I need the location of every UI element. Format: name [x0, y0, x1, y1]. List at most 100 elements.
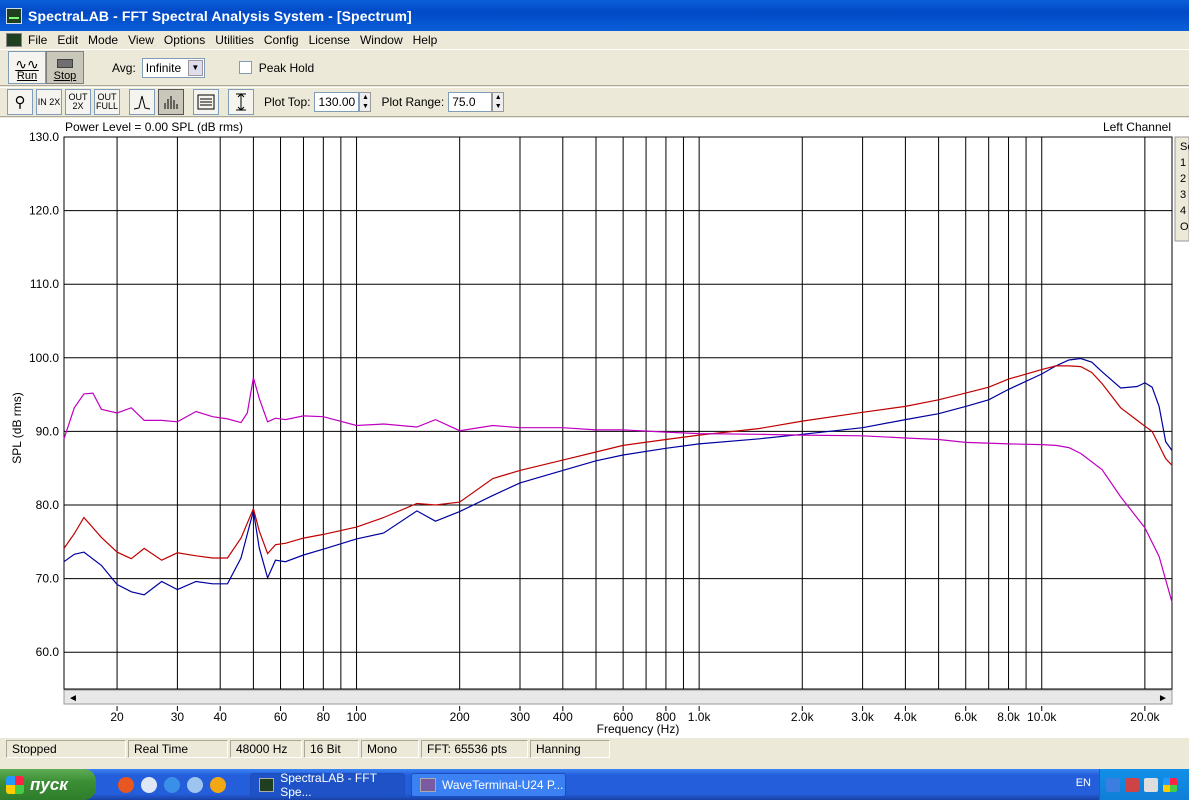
status-fft-size: FFT: 65536 pts: [421, 740, 528, 758]
firefox-icon[interactable]: [118, 776, 134, 793]
audio-device-icon[interactable]: [1125, 777, 1139, 792]
plot-toolbar: ⚲ IN 2X OUT 2X OUT FULL Plot Top: 130.00…: [0, 87, 1189, 117]
x-tick-label: 3.0k: [851, 710, 875, 724]
chevron-down-icon[interactable]: ▼: [187, 59, 203, 76]
stop-label: Stop: [53, 70, 77, 82]
zoom-tool-button[interactable]: ⚲: [7, 89, 33, 115]
window-title: SpectraLAB - FFT Spectral Analysis Syste…: [28, 7, 412, 24]
plot-top-input[interactable]: 130.00 ▲ ▼: [314, 92, 372, 112]
scroll-right-arrow-icon[interactable]: ►: [1158, 693, 1168, 704]
menu-window[interactable]: Window: [360, 33, 403, 47]
y-tick-label: 100.0: [29, 351, 59, 365]
menu-license[interactable]: License: [309, 33, 350, 47]
zoom-out-2x-button[interactable]: OUT 2X: [65, 89, 91, 115]
y-tick-label: 60.0: [36, 645, 60, 659]
y-tick-label: 80.0: [36, 498, 60, 512]
menu-config[interactable]: Config: [264, 33, 299, 47]
side-tab-3[interactable]: 3: [1180, 189, 1186, 201]
overlay-button[interactable]: [193, 89, 219, 115]
x-tick-label: 40: [214, 710, 228, 724]
avg-value: Infinite: [145, 60, 182, 75]
task-waveterminal[interactable]: WaveTerminal-U24 P...: [411, 772, 566, 797]
task-label: SpectraLAB - FFT Spe...: [280, 770, 377, 799]
x-tick-label: 6.0k: [954, 710, 978, 724]
side-tab-2[interactable]: 2: [1180, 173, 1186, 185]
plot-frame: [63, 136, 1173, 690]
avg-label: Avg:: [112, 60, 136, 75]
plot-range-spinner[interactable]: ▲ ▼: [492, 92, 505, 112]
y-tick-label: 110.0: [30, 277, 59, 291]
autoscale-button[interactable]: [228, 89, 254, 115]
spectrum-plot-area[interactable]: Power Level = 0.00 SPL (dB rms) Left Cha…: [0, 118, 1189, 738]
plot-top-value: 130.00: [318, 95, 356, 109]
list-view-icon: [197, 94, 215, 110]
plot-top-spinner[interactable]: ▲ ▼: [359, 92, 372, 112]
x-tick-label: 100: [347, 710, 367, 724]
menu-help[interactable]: Help: [413, 33, 438, 47]
plot-range-label: Plot Range:: [381, 95, 445, 109]
language-indicator[interactable]: EN: [1076, 777, 1091, 789]
internet-explorer-icon[interactable]: [164, 776, 180, 793]
run-label: Run: [16, 70, 38, 82]
avg-select[interactable]: Infinite ▼: [141, 57, 205, 78]
x-tick-label: 20: [110, 710, 124, 724]
scroll-left-arrow-icon[interactable]: ◄: [68, 693, 78, 704]
menu-bar: File Edit Mode View Options Utilities Co…: [0, 31, 1189, 49]
spectralab-icon: [259, 777, 275, 792]
plot-range-input[interactable]: 75.0 ▲ ▼: [448, 92, 505, 112]
line-plot-button[interactable]: [129, 89, 155, 115]
side-tab-4[interactable]: 4: [1180, 205, 1186, 217]
y-axis-label: SPL (dB rms): [10, 392, 24, 464]
winamp-icon[interactable]: [210, 776, 226, 793]
windows-flag-icon: [6, 775, 24, 794]
peak-line-icon: [133, 95, 151, 110]
document-icon[interactable]: [6, 33, 22, 47]
x-tick-label: 2.0k: [791, 710, 815, 724]
media-player-icon[interactable]: [141, 776, 157, 793]
side-tab-0[interactable]: Set: [1180, 141, 1189, 153]
peak-hold-label: Peak Hold: [258, 60, 315, 75]
x-tick-label: 20.0k: [1130, 710, 1160, 724]
status-sample-rate: 48000 Hz: [230, 740, 302, 758]
peak-hold-checkbox[interactable]: [238, 61, 252, 74]
side-tab-1[interactable]: 1: [1180, 157, 1186, 169]
start-button[interactable]: пуск: [0, 769, 96, 800]
y-tick-label: 130.0: [29, 130, 59, 144]
zoom-in-2x-button[interactable]: IN 2X: [36, 89, 62, 115]
windows-update-icon[interactable]: [1163, 777, 1177, 792]
x-tick-label: 300: [510, 710, 530, 724]
stop-icon: [57, 59, 73, 68]
y-tick-label: 70.0: [36, 572, 60, 586]
run-button[interactable]: ∿∿ Run: [8, 51, 46, 84]
horizontal-scrollbar[interactable]: [63, 689, 1173, 705]
x-tick-label: 200: [450, 710, 470, 724]
menu-utilities[interactable]: Utilities: [215, 33, 254, 47]
plot-range-value: 75.0: [452, 95, 476, 109]
menu-file[interactable]: File: [28, 33, 47, 47]
side-tab-5[interactable]: O: [1180, 221, 1189, 233]
volume-icon[interactable]: [1144, 777, 1158, 792]
status-window: Hanning: [530, 740, 610, 758]
status-bit-depth: 16 Bit: [304, 740, 359, 758]
bar-plot-button[interactable]: [158, 89, 184, 115]
status-mode: Real Time: [128, 740, 228, 758]
waveterminal-icon: [420, 777, 436, 792]
task-spectralab[interactable]: SpectraLAB - FFT Spe...: [250, 770, 405, 799]
menu-view[interactable]: View: [128, 33, 154, 47]
x-tick-label: 80: [317, 710, 331, 724]
menu-options[interactable]: Options: [164, 33, 205, 47]
title-bar: SpectraLAB - FFT Spectral Analysis Syste…: [0, 0, 1189, 31]
x-tick-label: 30: [171, 710, 185, 724]
taskbar: пуск SpectraLAB - FFT Spe... WaveTermina…: [0, 769, 1189, 800]
menu-edit[interactable]: Edit: [57, 33, 78, 47]
x-axis-label: Frequency (Hz): [597, 722, 680, 736]
magnifier-icon: ⚲: [14, 93, 26, 111]
x-tick-label: 400: [553, 710, 573, 724]
stop-button[interactable]: Stop: [46, 51, 84, 84]
network-icon[interactable]: [1106, 777, 1120, 792]
show-desktop-icon[interactable]: [187, 776, 203, 793]
zoom-out-full-button[interactable]: OUT FULL: [94, 89, 120, 115]
x-tick-label: 8.0k: [997, 710, 1021, 724]
spectrum-chart[interactable]: 60.0 70.0 80.0 90.0 100.0 110.0 120.0 130.0 ◄ ► 20…: [0, 118, 1189, 738]
menu-mode[interactable]: Mode: [88, 33, 118, 47]
